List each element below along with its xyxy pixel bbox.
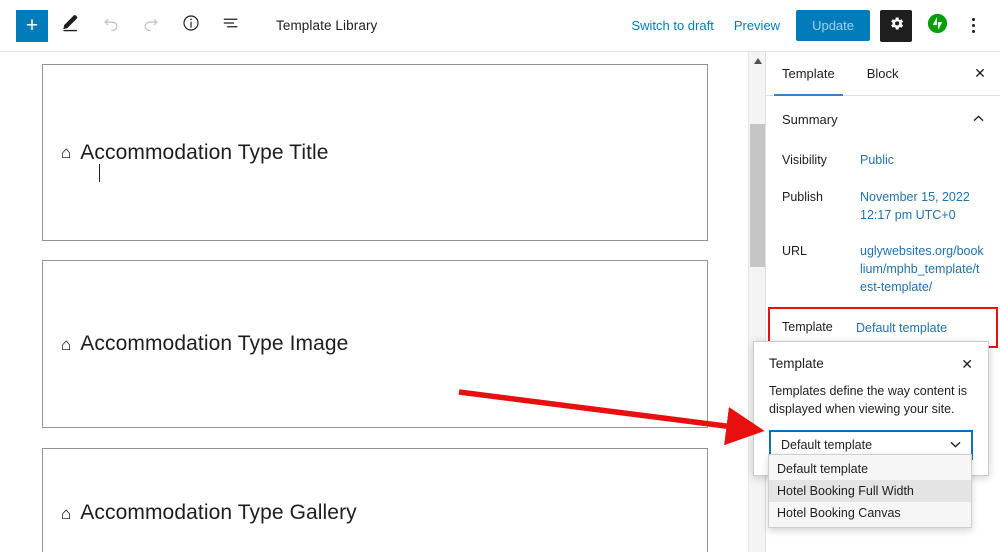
undo-button[interactable] bbox=[94, 9, 128, 43]
editor-screen: + Template Library Switch to draft Previ… bbox=[0, 0, 1000, 552]
tab-block[interactable]: Block bbox=[851, 52, 915, 95]
dropdown-option-default-template[interactable]: Default template bbox=[769, 458, 971, 480]
redo-icon bbox=[141, 13, 161, 38]
block-content: ⌂ Accommodation Type Gallery bbox=[61, 501, 357, 525]
template-value[interactable]: Default template bbox=[856, 319, 947, 337]
close-sidebar-button[interactable]: ✕ bbox=[960, 52, 1000, 95]
editor-scrollbar[interactable] bbox=[748, 52, 765, 552]
editor-toolbar: + Template Library Switch to draft Previ… bbox=[0, 0, 1000, 52]
block-content: ⌂ Accommodation Type Title bbox=[61, 141, 329, 165]
scrollbar-up-arrow[interactable] bbox=[749, 52, 766, 69]
update-button[interactable]: Update bbox=[796, 10, 870, 41]
chevron-up-icon bbox=[973, 114, 984, 124]
url-value[interactable]: uglywebsites.org/booklium/mphb_template/… bbox=[860, 242, 984, 296]
jetpack-button[interactable] bbox=[920, 9, 954, 43]
home-icon: ⌂ bbox=[61, 143, 72, 162]
more-options-button[interactable] bbox=[958, 9, 988, 43]
chevron-down-icon bbox=[950, 440, 961, 451]
list-view-button[interactable] bbox=[214, 9, 248, 43]
popover-description: Templates define the way content is disp… bbox=[769, 384, 968, 417]
settings-button[interactable] bbox=[880, 9, 912, 42]
info-icon bbox=[181, 13, 201, 38]
dropdown-option-hotel-booking-full-width[interactable]: Hotel Booking Full Width bbox=[769, 480, 971, 502]
visibility-value[interactable]: Public bbox=[860, 151, 894, 169]
publish-value[interactable]: November 15, 2022 12:17 pm UTC+0 bbox=[860, 188, 984, 224]
url-label: URL bbox=[782, 244, 808, 258]
pencil-icon bbox=[61, 13, 81, 38]
popover-header: Template ✕ bbox=[769, 356, 973, 371]
tab-template-label: Template bbox=[782, 66, 835, 81]
row-visibility: Visibility Public bbox=[766, 142, 1000, 179]
close-icon: ✕ bbox=[974, 65, 986, 81]
undo-icon bbox=[101, 13, 121, 38]
jetpack-icon bbox=[927, 13, 948, 39]
dropdown-option-label: Hotel Booking Full Width bbox=[777, 484, 914, 498]
tab-template[interactable]: Template bbox=[766, 52, 851, 96]
document-title: Template Library bbox=[276, 18, 378, 33]
toolbar-right-group: Switch to draft Preview Update bbox=[621, 0, 1000, 51]
template-select-dropdown: Default template Hotel Booking Full Widt… bbox=[768, 454, 972, 528]
block-accommodation-type-gallery[interactable]: ⌂ Accommodation Type Gallery bbox=[42, 448, 708, 552]
block-label: Accommodation Type Image bbox=[80, 332, 349, 355]
block-label: Accommodation Type Title bbox=[80, 140, 329, 164]
template-select-value: Default template bbox=[781, 438, 873, 453]
home-icon: ⌂ bbox=[61, 334, 72, 354]
list-view-icon bbox=[221, 13, 241, 38]
publish-label: Publish bbox=[782, 189, 823, 204]
block-accommodation-type-image[interactable]: ⌂ Accommodation Type Image bbox=[42, 260, 708, 428]
block-label: Accommodation Type Gallery bbox=[80, 501, 357, 524]
tab-block-label: Block bbox=[866, 66, 899, 81]
block-accommodation-type-title[interactable]: ⌂ Accommodation Type Title bbox=[42, 64, 708, 241]
summary-section-header[interactable]: Summary bbox=[766, 96, 1000, 142]
text-cursor bbox=[99, 164, 100, 182]
row-url: URL uglywebsites.org/booklium/mphb_templ… bbox=[766, 233, 1000, 305]
popover-title: Template bbox=[769, 356, 824, 371]
home-icon: ⌂ bbox=[61, 503, 72, 523]
kebab-menu-icon bbox=[971, 24, 975, 27]
add-block-button[interactable]: + bbox=[16, 9, 48, 42]
switch-to-draft-button[interactable]: Switch to draft bbox=[621, 12, 723, 39]
dropdown-option-label: Hotel Booking Canvas bbox=[777, 506, 901, 520]
popover-close-icon[interactable]: ✕ bbox=[961, 357, 973, 371]
template-label: Template bbox=[782, 320, 833, 335]
toolbar-left-group: + Template Library bbox=[0, 0, 377, 51]
preview-button[interactable]: Preview bbox=[724, 12, 790, 39]
editor-canvas: ⌂ Accommodation Type Title ⌂ Accommodati… bbox=[0, 52, 750, 552]
dropdown-option-label: Default template bbox=[777, 462, 869, 476]
kebab-menu-icon bbox=[971, 18, 975, 21]
kebab-menu-icon bbox=[971, 30, 975, 33]
sidebar-tabs: Template Block ✕ bbox=[766, 52, 1000, 96]
visibility-label: Visibility bbox=[782, 153, 827, 167]
summary-label: Summary bbox=[782, 111, 838, 127]
gear-icon bbox=[888, 15, 905, 37]
plus-icon: + bbox=[25, 14, 39, 37]
row-publish: Publish November 15, 2022 12:17 pm UTC+0 bbox=[766, 179, 1000, 233]
block-content: ⌂ Accommodation Type Image bbox=[61, 332, 348, 356]
scrollbar-thumb[interactable] bbox=[750, 124, 765, 267]
redo-button[interactable] bbox=[134, 9, 168, 43]
document-info-button[interactable] bbox=[174, 9, 208, 43]
edit-mode-button[interactable] bbox=[54, 9, 88, 43]
dropdown-option-hotel-booking-canvas[interactable]: Hotel Booking Canvas bbox=[769, 502, 971, 524]
